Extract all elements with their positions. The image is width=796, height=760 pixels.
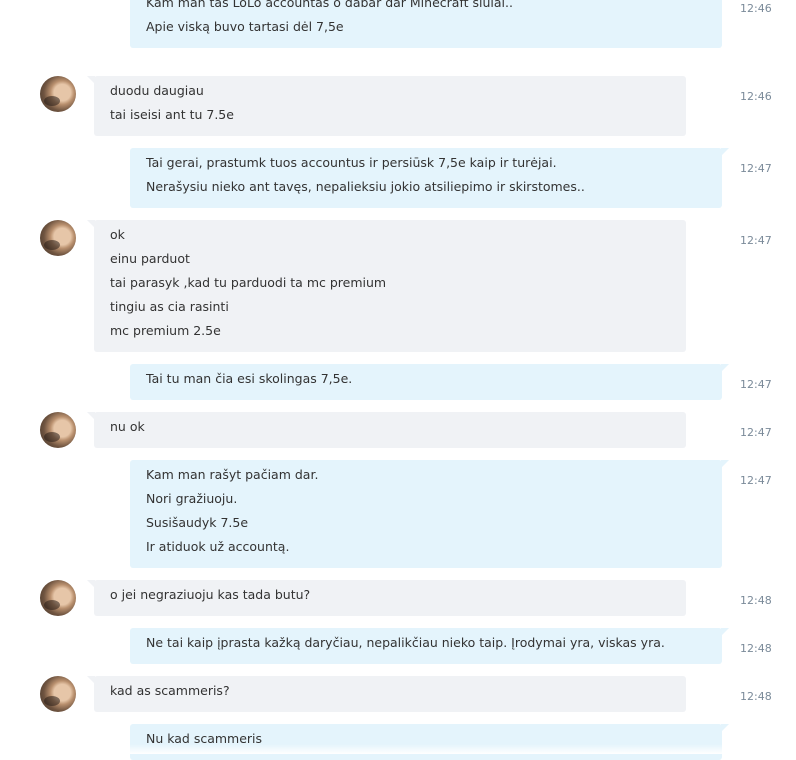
message-text-line: Kam man rašyt pačiam dar. bbox=[146, 467, 319, 482]
message-timestamp: 12:47 bbox=[740, 378, 772, 391]
message-bubble[interactable]: Kam man tas LoLo accountas o dabar dar M… bbox=[130, 0, 722, 48]
message-bubble[interactable]: Nu kad scammeris bbox=[130, 724, 729, 760]
message-timestamp: 12:48 bbox=[740, 594, 772, 607]
message-timestamp: 12:48 bbox=[740, 642, 772, 655]
message-text-line: Ir atiduok už accountą. bbox=[146, 539, 290, 554]
message-text-line: Tai gerai, prastumk tuos accountus ir pe… bbox=[146, 155, 557, 170]
message-bubble[interactable]: Tai tu man čia esi skolingas 7,5e. bbox=[130, 364, 729, 400]
message-text-line: ok bbox=[110, 227, 125, 242]
message-text-line: Apie viską buvo tartasi dėl 7,5e bbox=[146, 19, 344, 34]
message-text-line: Ne tai kaip įprasta kažką daryčiau, nepa… bbox=[146, 635, 665, 650]
message-text-line: tingiu as cia rasinti bbox=[110, 299, 229, 314]
message-timestamp: 12:47 bbox=[740, 162, 772, 175]
message-text-line: mc premium 2.5e bbox=[110, 323, 221, 338]
message-timestamp: 12:47 bbox=[740, 234, 772, 247]
message-bubble[interactable]: Tai gerai, prastumk tuos accountus ir pe… bbox=[130, 148, 729, 208]
message-text-line: Kam man tas LoLo accountas o dabar dar M… bbox=[146, 0, 513, 10]
contact-avatar[interactable] bbox=[40, 412, 76, 448]
contact-avatar[interactable] bbox=[40, 580, 76, 616]
message-text-line: kad as scammeris? bbox=[110, 683, 230, 698]
message-bubble[interactable]: kad as scammeris? bbox=[87, 676, 686, 712]
message-text-line: tai parasyk ,kad tu parduodi ta mc premi… bbox=[110, 275, 387, 290]
message-bubble[interactable]: Kam man rašyt pačiam dar. Nori gražiuoju.… bbox=[130, 460, 729, 568]
contact-avatar[interactable] bbox=[40, 220, 76, 256]
message-timestamp: 12:47 bbox=[740, 474, 772, 487]
message-bubble[interactable]: Ne tai kaip įprasta kažką daryčiau, nepa… bbox=[130, 628, 729, 664]
message-text-line: tai iseisi ant tu 7.5e bbox=[110, 107, 234, 122]
message-bubble[interactable]: ok einu parduot tai parasyk ,kad tu parduo… bbox=[87, 220, 686, 352]
chat-conversation: Kam man tas LoLo accountas o dabar dar M… bbox=[0, 0, 796, 760]
message-text-line: nu ok bbox=[110, 419, 145, 434]
message-timestamp: 12:46 bbox=[740, 90, 772, 103]
message-bubble[interactable]: duodu daugiau tai iseisi ant tu 7.5e bbox=[87, 76, 686, 136]
message-text-line: Nori gražiuoju. bbox=[146, 491, 238, 506]
message-bubble[interactable]: o jei negraziuoju kas tada butu? bbox=[87, 580, 686, 616]
message-text-line: o jei negraziuoju kas tada butu? bbox=[110, 587, 311, 602]
message-bubble[interactable]: nu ok bbox=[87, 412, 686, 448]
message-text-line: Nerašysiu nieko ant tavęs, nepalieksiu j… bbox=[146, 179, 585, 194]
contact-avatar[interactable] bbox=[40, 676, 76, 712]
message-text-line: einu parduot bbox=[110, 251, 190, 266]
message-timestamp: 12:48 bbox=[740, 690, 772, 703]
scroll-fade bbox=[0, 744, 796, 754]
message-text-line: duodu daugiau bbox=[110, 83, 204, 98]
message-text-line: Tai tu man čia esi skolingas 7,5e. bbox=[146, 371, 353, 386]
contact-avatar[interactable] bbox=[40, 76, 76, 112]
message-timestamp: 12:46 bbox=[740, 2, 772, 15]
message-text-line: Susišaudyk 7.5e bbox=[146, 515, 249, 530]
message-timestamp: 12:47 bbox=[740, 426, 772, 439]
